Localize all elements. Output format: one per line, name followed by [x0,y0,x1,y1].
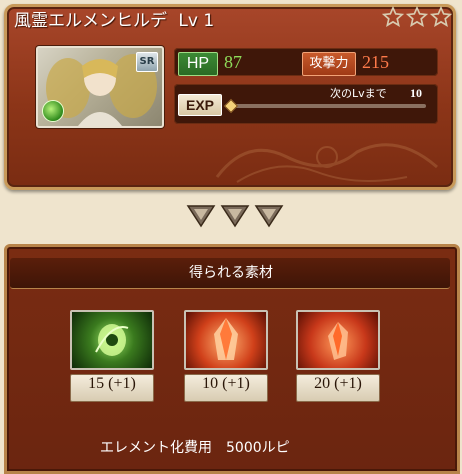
cost-label: エレメント化費用 [100,440,212,456]
wind-crystal-art [95,324,129,356]
wind-element-crystal-icon [70,310,154,370]
rarity-stars [382,6,452,28]
next-level-value: 10 [410,86,422,100]
exp-label: EXP [178,94,222,116]
conversion-arrows [186,204,284,228]
down-arrow-icon [254,205,284,228]
down-arrow-icon [186,205,216,228]
attack-value: 215 [362,52,389,72]
next-level-label: 次のLvまで [330,87,387,100]
hp-value: 87 [224,52,242,72]
star-icon [430,6,452,27]
material-count: 20 (+1) [296,374,380,402]
attack-label: 攻撃力 [302,52,356,76]
ornament-decoration [215,143,438,183]
wind-element-icon [42,100,64,122]
exp-bar [230,104,426,108]
materials-title: 得られる素材 [189,265,273,281]
star-icon [406,6,428,27]
element-cost: エレメント化費用 5000ルピ [100,438,290,458]
cost-value: 5000ルピ [226,440,290,456]
rarity-badge: SR [136,52,158,72]
material-count: 10 (+1) [184,374,268,402]
fire-quartz-icon [296,310,380,370]
character-portrait[interactable]: SR [36,46,164,128]
material-item[interactable] [184,310,268,370]
fire-quartz-art [328,322,348,360]
down-arrow-icon [220,205,250,228]
fire-crystal-art [214,318,238,360]
character-name: 風霊エルメンヒルデ Lv 1 [14,11,215,31]
hp-label: HP [178,52,218,76]
star-icon [382,6,404,27]
fire-crystal-icon [184,310,268,370]
material-item[interactable] [296,310,380,370]
material-item[interactable] [70,310,154,370]
material-count: 15 (+1) [70,374,154,402]
